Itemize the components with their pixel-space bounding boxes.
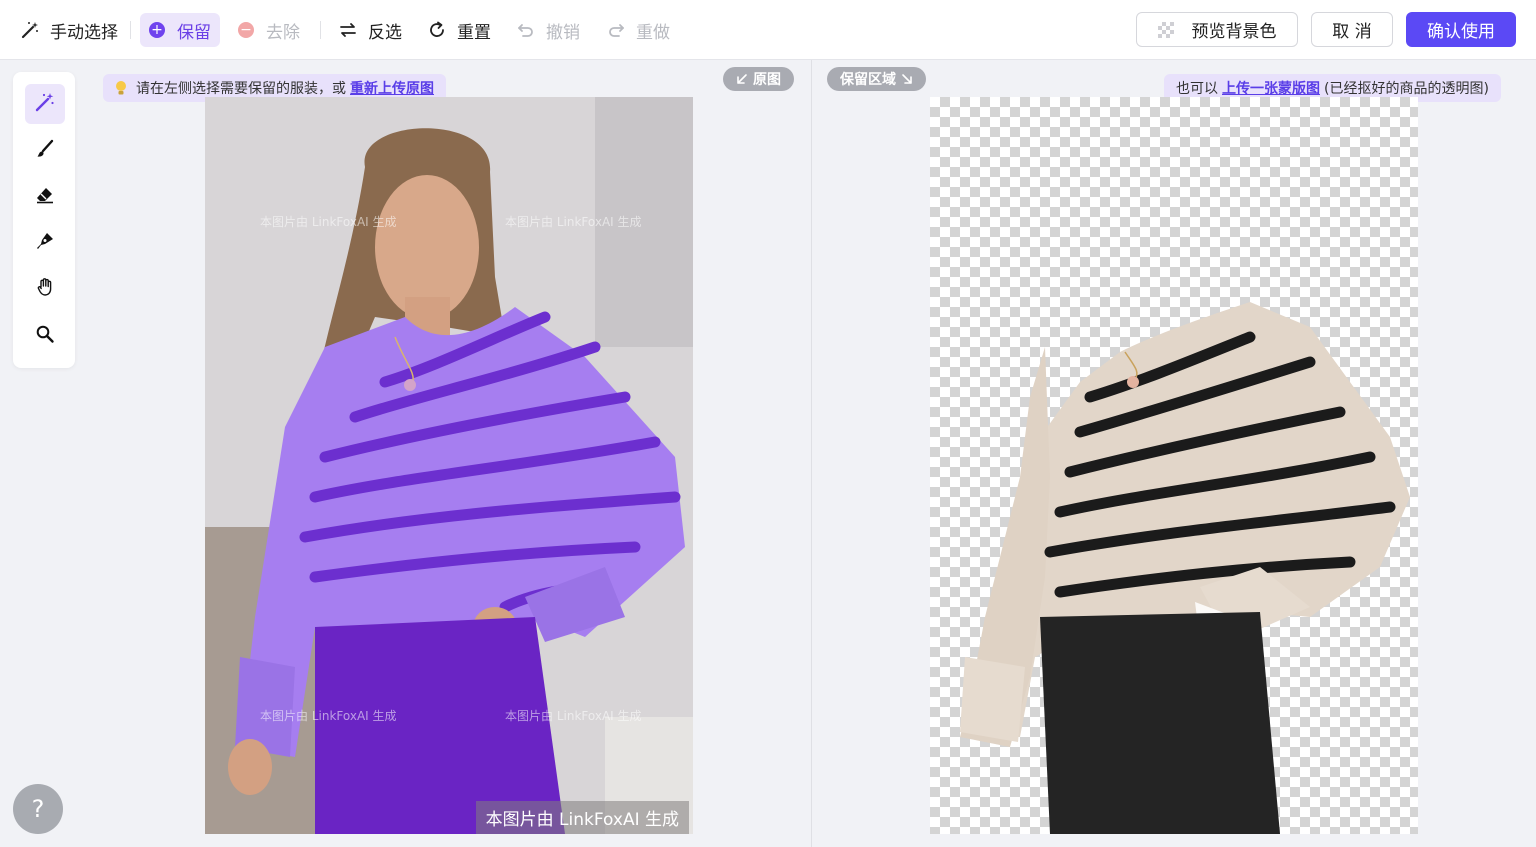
undo-icon — [516, 20, 536, 40]
left-hint-text: 请在左侧选择需要保留的服装，或 — [136, 81, 346, 97]
reset-label: 重置 — [457, 22, 491, 43]
zoom-icon — [35, 324, 55, 348]
kept-area-pill-label: 保留区域 — [840, 72, 896, 88]
tool-magic-wand[interactable] — [25, 84, 65, 124]
minus-circle-icon: − — [238, 22, 254, 38]
extracted-garment — [960, 302, 1410, 834]
pen-icon — [35, 231, 55, 255]
redo-button[interactable]: 重做 — [606, 13, 670, 47]
kept-area-pill[interactable]: 保留区域 — [827, 67, 926, 91]
right-hint-prefix: 也可以 — [1176, 81, 1218, 97]
result-image-canvas[interactable] — [930, 97, 1418, 834]
tool-brush[interactable] — [25, 131, 65, 171]
panel-divider — [811, 60, 812, 847]
brush-icon — [35, 139, 55, 163]
reupload-original-link[interactable]: 重新上传原图 — [350, 78, 434, 98]
undo-label: 撤销 — [546, 22, 580, 43]
top-toolbar: 手动选择 + 保留 − 去除 反选 重置 撤销 重做 预览背景色 取 消 确认使… — [0, 0, 1536, 60]
arrow-down-right-icon — [901, 73, 913, 85]
original-pill-label: 原图 — [753, 72, 781, 88]
magic-wand-icon — [34, 91, 56, 117]
confirm-button[interactable]: 确认使用 — [1406, 12, 1516, 47]
cancel-button[interactable]: 取 消 — [1311, 12, 1393, 47]
upload-mask-link[interactable]: 上传一张蒙版图 — [1222, 78, 1320, 98]
manual-select-label: 手动选择 — [50, 22, 118, 43]
tool-eraser[interactable] — [25, 177, 65, 217]
original-pill[interactable]: 原图 — [723, 67, 794, 91]
watermark-text: 本图片由 LinkFoxAI 生成 — [260, 215, 397, 229]
tool-hand[interactable] — [25, 269, 65, 309]
watermark-badge: 本图片由 LinkFoxAI 生成 — [475, 801, 689, 834]
hand-icon — [35, 277, 55, 301]
keep-label: 保留 — [177, 22, 211, 43]
watermark-text: 本图片由 LinkFoxAI 生成 — [260, 709, 397, 723]
refresh-icon — [427, 20, 447, 40]
eraser-icon — [35, 185, 55, 209]
redo-icon — [606, 20, 626, 40]
header-actions: 预览背景色 取 消 确认使用 — [1136, 12, 1516, 47]
keep-button[interactable]: + 保留 — [140, 13, 220, 47]
tool-panel — [13, 72, 75, 368]
preview-background-button[interactable]: 预览背景色 — [1136, 12, 1298, 47]
toolbar-separator — [320, 21, 321, 39]
swap-arrows-icon — [338, 20, 358, 40]
magic-wand-icon — [20, 20, 40, 40]
toolbar-separator — [130, 21, 131, 39]
watermark-text: 本图片由 LinkFoxAI 生成 — [505, 215, 642, 229]
undo-button[interactable]: 撤销 — [516, 13, 580, 47]
arrow-down-left-icon — [736, 73, 748, 85]
preview-background-label: 预览背景色 — [1191, 22, 1277, 42]
invert-button[interactable]: 反选 — [338, 13, 402, 47]
invert-label: 反选 — [368, 22, 402, 43]
reset-button[interactable]: 重置 — [427, 13, 491, 47]
plus-circle-icon: + — [149, 22, 165, 38]
help-button[interactable]: ? — [13, 784, 63, 834]
right-hint-suffix: (已经抠好的商品的透明图) — [1324, 81, 1489, 97]
tool-pen[interactable] — [25, 223, 65, 263]
original-image-canvas[interactable]: 本图片由 LinkFoxAI 生成 本图片由 LinkFoxAI 生成 本图片由… — [205, 97, 693, 834]
watermark-text: 本图片由 LinkFoxAI 生成 — [505, 709, 642, 723]
checkerboard-icon — [1157, 21, 1174, 38]
tool-zoom[interactable] — [25, 316, 65, 356]
redo-label: 重做 — [636, 22, 670, 43]
manual-select-button[interactable]: 手动选择 — [20, 13, 118, 47]
remove-button[interactable]: − 去除 — [238, 13, 300, 47]
lightbulb-icon — [115, 80, 127, 96]
remove-label: 去除 — [266, 22, 300, 43]
